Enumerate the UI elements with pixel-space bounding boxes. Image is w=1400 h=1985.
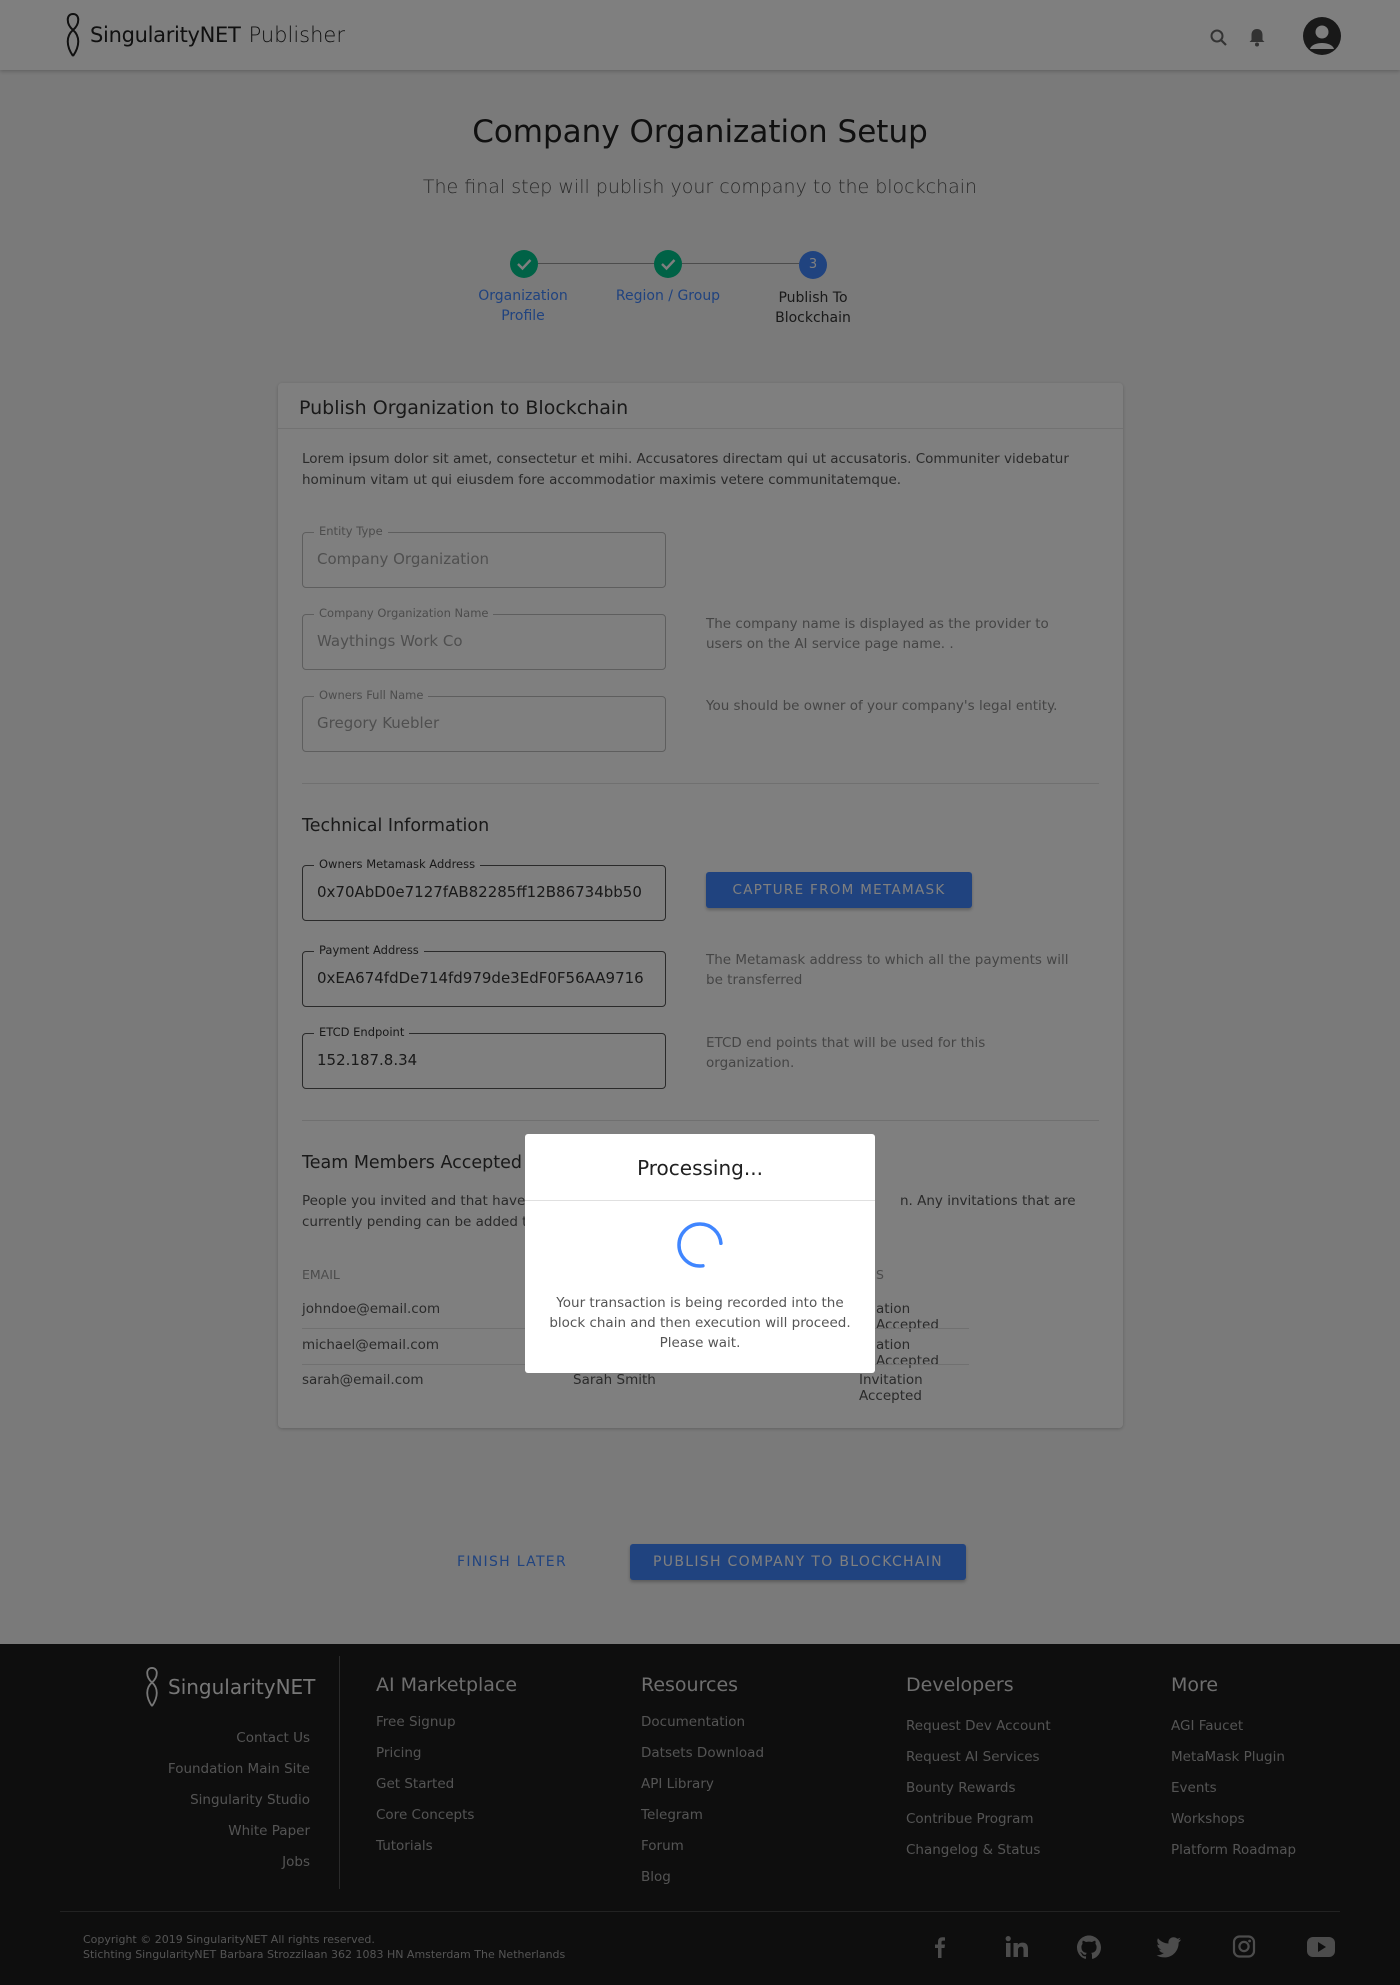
processing-dialog: Processing... Your transaction is being … bbox=[525, 1134, 875, 1373]
modal-backdrop bbox=[0, 0, 1400, 1985]
dialog-divider bbox=[525, 1200, 875, 1201]
dialog-message: Your transaction is being recorded into … bbox=[549, 1295, 851, 1351]
dialog-title: Processing... bbox=[637, 1156, 763, 1180]
loading-spinner-icon bbox=[677, 1222, 723, 1268]
